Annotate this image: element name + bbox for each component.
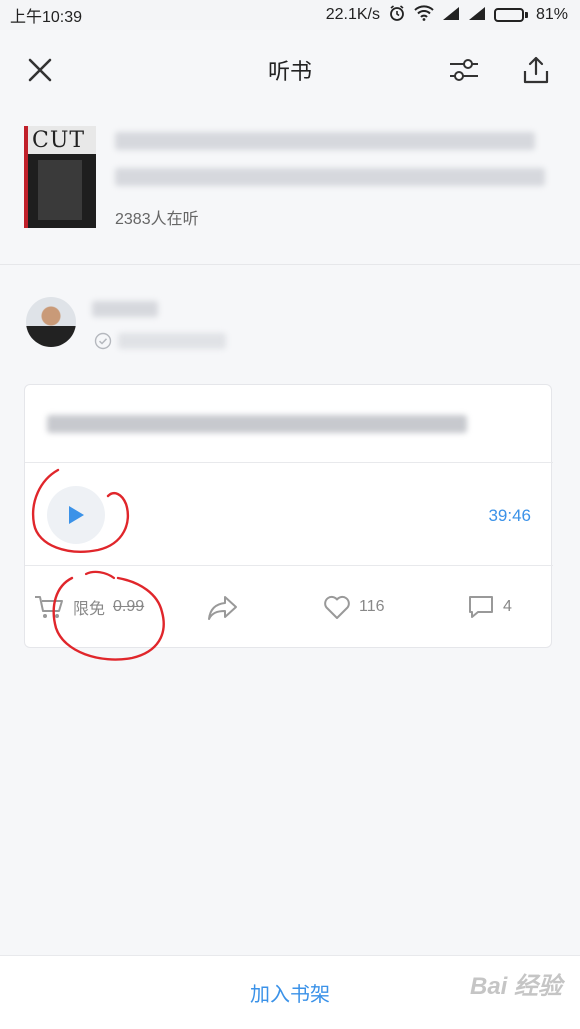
forward-button[interactable] xyxy=(207,594,239,622)
share-icon xyxy=(523,56,549,84)
play-button[interactable] xyxy=(47,486,105,544)
verified-check-icon xyxy=(94,332,112,355)
comment-button[interactable]: 4 xyxy=(467,594,512,620)
book-title-blurred-2 xyxy=(115,168,545,186)
page-title: 听书 xyxy=(267,59,312,84)
book-title-blurred xyxy=(115,132,535,150)
avatar[interactable] xyxy=(26,297,76,347)
buy-button[interactable]: 限免 0.99 xyxy=(33,594,144,620)
listener-count: 2383人在听 xyxy=(115,211,199,228)
audio-player: 39:46 xyxy=(25,462,553,566)
author-subtitle-blurred xyxy=(118,333,226,349)
signal-icon-2 xyxy=(468,6,486,25)
watermark-logo: Bai 经验 xyxy=(469,973,562,1000)
add-to-shelf-button[interactable]: 加入书架 xyxy=(250,978,330,1007)
wifi-icon xyxy=(414,4,434,26)
audio-duration: 39:46 xyxy=(488,506,531,525)
heart-icon xyxy=(324,595,350,619)
episode-title-blurred xyxy=(47,415,467,433)
play-icon xyxy=(69,506,84,524)
network-speed: 22.1K/s xyxy=(325,6,380,23)
price-label: 限免 xyxy=(73,601,106,618)
sliders-icon xyxy=(450,59,478,81)
author-name-blurred xyxy=(92,301,158,317)
status-time: 上午10:39 xyxy=(10,9,83,26)
action-bar: 限免 0.99 116 4 xyxy=(25,566,553,649)
close-button[interactable] xyxy=(22,52,58,88)
audio-card: 39:46 限免 0.99 116 4 xyxy=(24,384,553,649)
battery-percent: 81% xyxy=(535,6,568,23)
battery-icon xyxy=(493,8,528,22)
forward-icon xyxy=(208,596,237,620)
book-cover[interactable]: CUT xyxy=(24,126,96,228)
status-bar: 上午10:39 22.1K/s 81% xyxy=(0,0,580,30)
share-button[interactable] xyxy=(518,52,554,88)
alarm-icon xyxy=(388,4,406,27)
close-icon xyxy=(28,58,52,82)
status-right: 22.1K/s 81% xyxy=(326,4,568,27)
price-original: 0.99 xyxy=(113,598,145,615)
comment-icon xyxy=(469,596,493,618)
like-count: 116 xyxy=(359,598,385,615)
author-row[interactable] xyxy=(0,265,580,365)
cover-art: CUT xyxy=(32,128,86,153)
book-info[interactable]: CUT 2383人在听 xyxy=(0,110,580,265)
like-button[interactable]: 116 xyxy=(323,594,385,620)
settings-button[interactable] xyxy=(446,52,482,88)
nav-bar: 听书 xyxy=(0,30,580,110)
cart-icon xyxy=(35,596,63,618)
comment-count: 4 xyxy=(503,598,512,615)
signal-icon xyxy=(442,6,460,25)
